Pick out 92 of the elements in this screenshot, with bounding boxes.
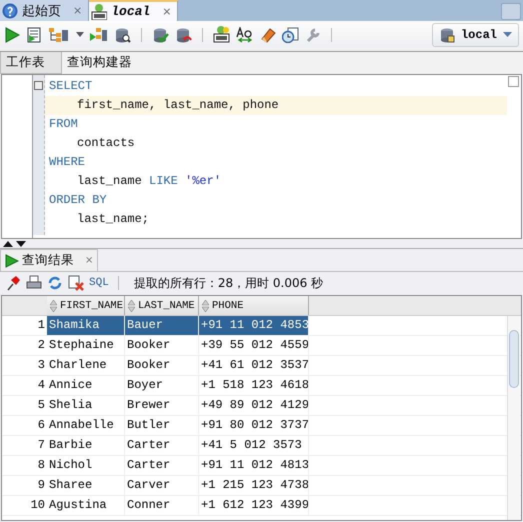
tree-icon[interactable] <box>48 26 70 42</box>
code-line: contacts <box>76 135 136 152</box>
close-icon[interactable]: × <box>85 255 94 266</box>
close-icon[interactable]: × <box>73 4 82 17</box>
run-script-icon[interactable] <box>26 26 42 42</box>
delete-icon[interactable] <box>68 275 84 291</box>
sql-sheet-icon <box>91 4 108 20</box>
row-number: 8 <box>36 457 46 474</box>
font-case-icon[interactable] <box>236 26 254 42</box>
table-cell: Nichol <box>47 456 125 475</box>
database-search-icon[interactable] <box>114 26 131 42</box>
fetch-status: 提取的所有行：28，用时 0.006 秒 <box>134 274 324 292</box>
table-cell: Sharee <box>47 476 125 495</box>
table-cell: Barbie <box>47 436 125 455</box>
column-header[interactable]: PHONE <box>199 296 309 315</box>
table-cell: Carter <box>125 436 199 455</box>
table-cell: Shamika <box>47 316 125 335</box>
code-line: ORDER BY <box>48 192 108 209</box>
table-cell: Shelia <box>47 396 125 415</box>
document-tab[interactable]: local × <box>89 0 178 21</box>
run-icon <box>5 254 19 268</box>
eraser-icon[interactable] <box>260 26 276 42</box>
table-cell: Conner <box>125 496 199 515</box>
dropdown-caret-icon[interactable] <box>76 32 84 37</box>
table-cell: Boyer <box>125 376 199 395</box>
tab-label: local <box>111 4 150 19</box>
code-line: last_name; <box>76 211 150 228</box>
table-cell: Carter <box>125 456 199 475</box>
sheet-tab[interactable]: 工作表 <box>0 52 62 74</box>
table-cell: +1 518 123 4618 <box>199 376 309 395</box>
sql-link[interactable]: SQL <box>89 277 109 289</box>
column-header[interactable]: FIRST_NAME <box>47 296 125 315</box>
table-cell: Brewer <box>125 396 199 415</box>
table-cell: Annice <box>47 376 125 395</box>
pin-icon[interactable] <box>5 275 21 291</box>
row-number: 2 <box>36 337 46 354</box>
table-cell: +91 80 012 3737 <box>199 416 309 435</box>
fold-icon[interactable] <box>34 81 43 90</box>
connection-selector[interactable]: local <box>432 22 519 46</box>
clock-history-icon[interactable] <box>282 26 299 42</box>
table-cell: +39 55 012 4559 <box>199 336 309 355</box>
table-cell: +91 11 012 4853 <box>199 316 309 335</box>
row-number: 3 <box>36 357 46 374</box>
tab-label: 起始页 <box>22 2 61 20</box>
scrollbar[interactable] <box>507 316 520 520</box>
database-icon <box>438 26 455 42</box>
help-icon <box>2 2 18 18</box>
code-line: last_name LIKE '%er' <box>76 173 222 190</box>
database-check-icon[interactable] <box>152 26 169 42</box>
row-number: 9 <box>36 477 46 494</box>
sql-sheet-icon[interactable] <box>213 26 230 43</box>
code-line: FROM <box>48 116 79 133</box>
table-cell: Annabelle <box>47 416 125 435</box>
close-icon[interactable]: × <box>162 5 172 18</box>
table-cell: Booker <box>125 356 199 375</box>
row-number: 10 <box>30 497 46 514</box>
code-line: SELECT <box>48 78 94 95</box>
table-cell: +41 5 012 3573 <box>199 436 309 455</box>
sql-editor[interactable]: SELECT first_name, last_name, phone FROM contacts WHERE last_name LIKE '%er' ORDER BY last_name; <box>1 74 522 239</box>
sheet-tab[interactable]: 查询构建器 <box>62 52 138 74</box>
sort-icon <box>128 300 135 312</box>
table-cell: Butler <box>125 416 199 435</box>
dropdown-caret-icon <box>503 32 512 37</box>
row-number: 7 <box>36 437 46 454</box>
table-cell: Charlene <box>47 356 125 375</box>
table-cell: Booker <box>125 336 199 355</box>
overview-box <box>508 76 519 87</box>
refresh-icon[interactable] <box>47 275 63 291</box>
table-cell: +1 215 123 4738 <box>199 476 309 495</box>
print-icon[interactable] <box>26 275 42 291</box>
table-cell: Carver <box>125 476 199 495</box>
table-cell: +41 61 012 3537 <box>199 356 309 375</box>
table-cell: Agustina <box>47 496 125 515</box>
code-line: WHERE <box>48 154 86 171</box>
sort-icon <box>50 300 57 312</box>
row-number: 6 <box>36 417 46 434</box>
document-tab[interactable]: 起始页 × <box>0 0 90 21</box>
row-number: 1 <box>36 317 46 334</box>
tree-run-icon[interactable] <box>90 26 108 42</box>
sort-icon <box>202 300 209 312</box>
row-number: 5 <box>36 397 46 414</box>
column-header[interactable]: LAST_NAME <box>125 296 199 315</box>
table-cell: +1 612 123 4399 <box>199 496 309 515</box>
row-number: 4 <box>36 377 46 394</box>
table-cell: +49 89 012 4129 <box>199 396 309 415</box>
run-icon[interactable] <box>4 26 20 42</box>
table-cell: Stephaine <box>47 336 125 355</box>
results-tab[interactable]: 查询结果 × <box>0 249 98 271</box>
table-cell: Bauer <box>125 316 199 335</box>
database-undo-icon[interactable] <box>175 26 192 42</box>
splitter-arrows-icon[interactable] <box>2 240 28 247</box>
table-cell: +91 11 012 4813 <box>199 456 309 475</box>
